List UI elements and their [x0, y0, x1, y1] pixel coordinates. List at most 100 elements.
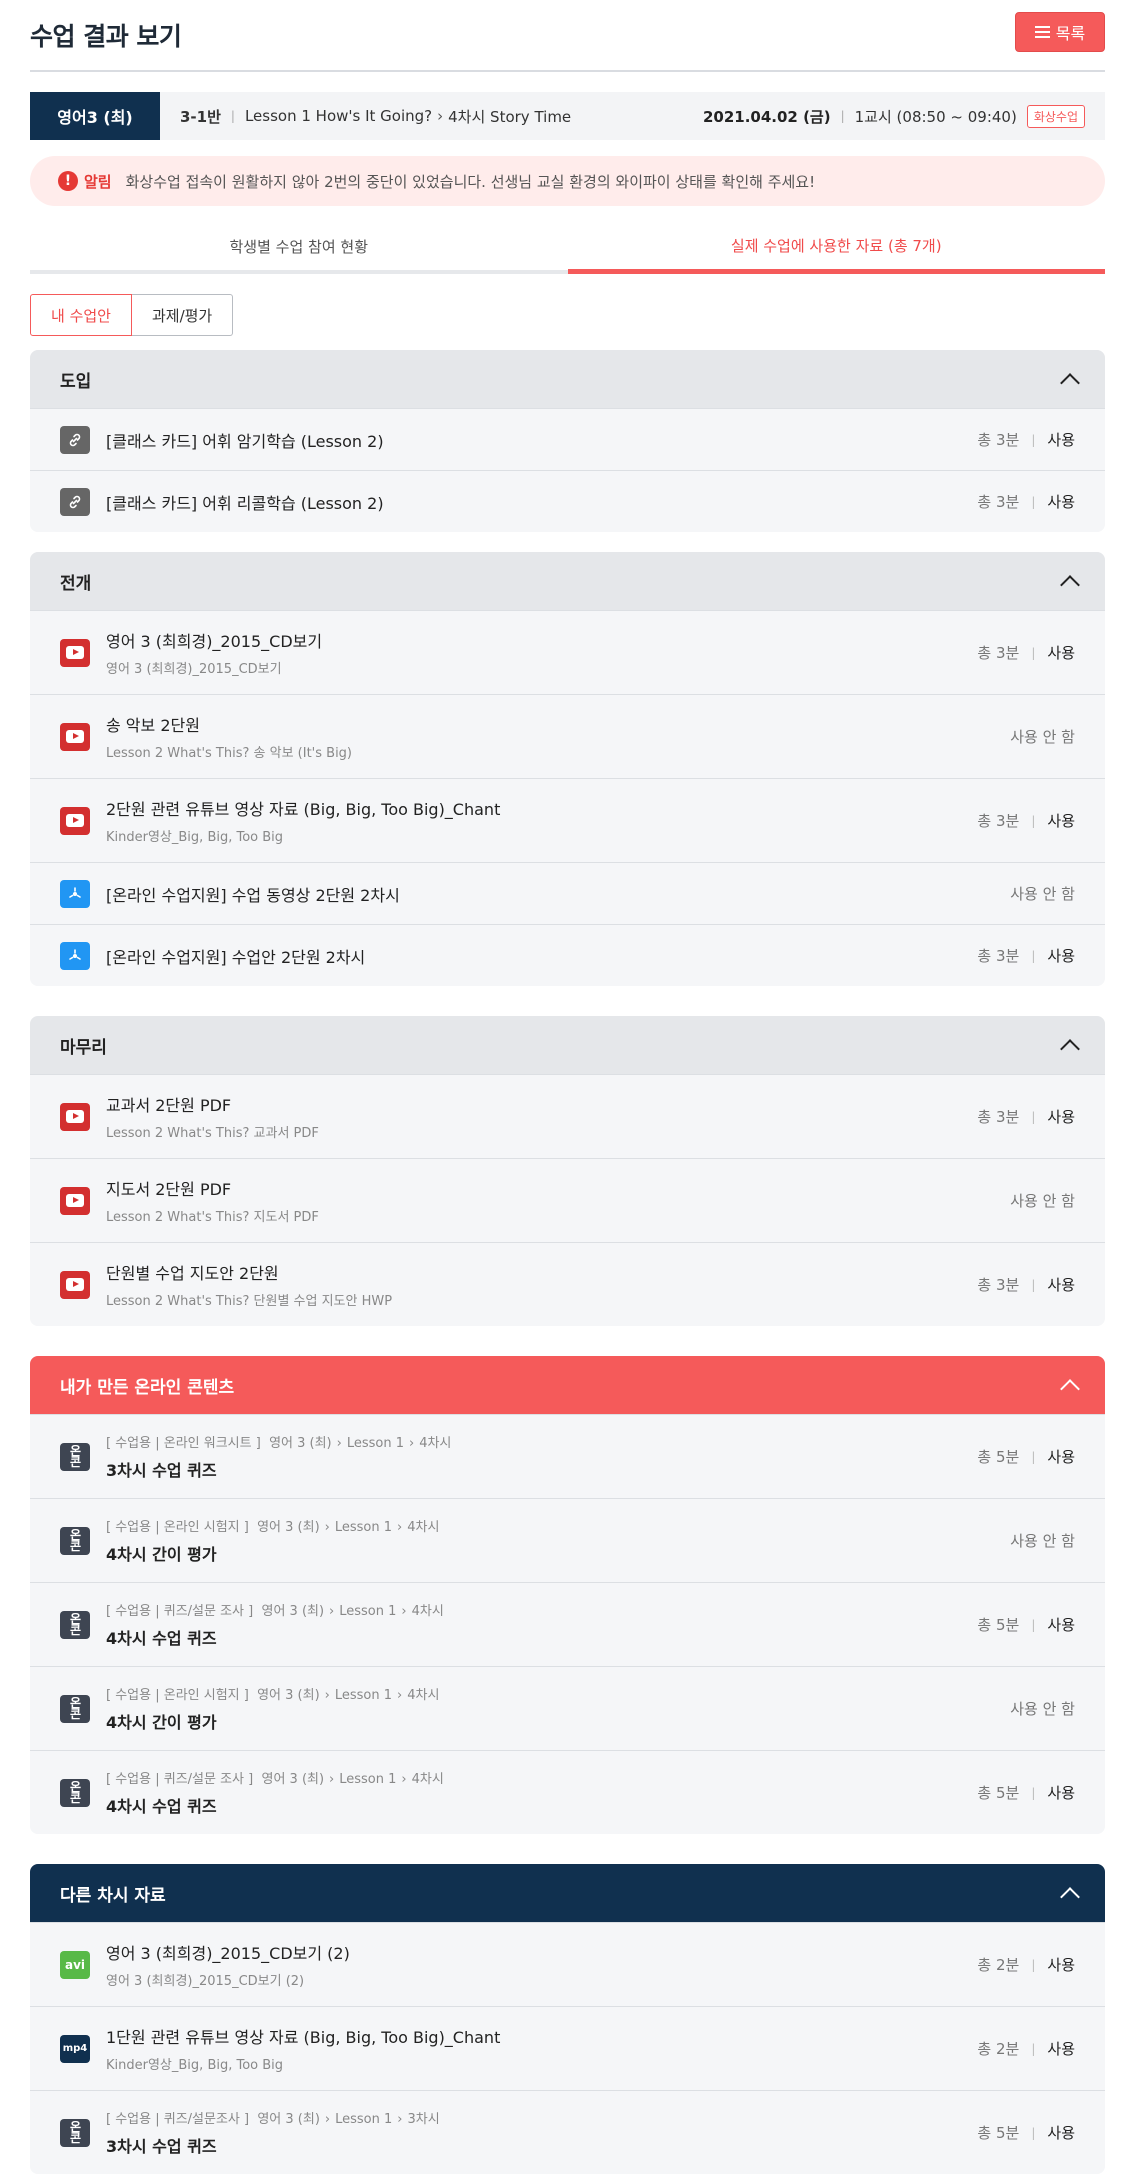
chevron-up-icon[interactable]: [1060, 1379, 1080, 1399]
item-path: [ 수업용 | 퀴즈/설문 조사 ] 영어 3 (최) › Lesson 1 › 4차시: [106, 1604, 444, 1619]
youtube-icon: [60, 722, 90, 751]
chevron-up-icon[interactable]: [1060, 1887, 1080, 1907]
item-subtitle: 영어 3 (최희경)_2015_CD보기 (2): [106, 1974, 305, 1989]
item-status: 사용: [1047, 431, 1075, 449]
subtab-my-lesson-plan[interactable]: 내 수업안: [30, 294, 132, 336]
item-path: [ 수업용 | 퀴즈/설문 조사 ] 영어 3 (최) › Lesson 1 › 4차시: [106, 1772, 444, 1787]
item-title: 2단원 관련 유튜브 영상 자료 (Big, Big, Too Big)_Cha…: [106, 800, 501, 819]
list-item[interactable]: 온콘 [ 수업용 | 온라인 시험지 ] 영어 3 (최) › Lesson 1 › 4…: [30, 1498, 1105, 1582]
item-status: 사용: [1047, 1448, 1075, 1466]
alert-icon: !: [58, 171, 78, 191]
online-content-icon: 온콘: [60, 1526, 90, 1555]
class-name: 3-1반: [180, 107, 221, 126]
list-item[interactable]: mp4 1단원 관련 유튜브 영상 자료 (Big, Big, Too Big)…: [30, 2006, 1105, 2090]
section-my-online-content: 내가 만든 온라인 콘텐츠 온콘 [ 수업용 | 온라인 워크시트 ] 영어 3…: [30, 1356, 1105, 1834]
list-button-label: 목록: [1055, 24, 1086, 43]
tab-used-materials[interactable]: 실제 수업에 사용한 자료 (총 7개): [567, 222, 1105, 274]
chevron-up-icon[interactable]: [1060, 1039, 1080, 1059]
list-item[interactable]: 온콘 [ 수업용 | 퀴즈/설문조사 ] 영어 3 (최) › Lesson 1 › 3…: [30, 2090, 1105, 2174]
class-info-bar: 영어3 (최) 3-1반 | Lesson 1 How's It Going? …: [30, 92, 1105, 140]
item-subtitle: Lesson 2 What's This? 교과서 PDF: [106, 1126, 319, 1141]
section-title: 마무리: [60, 1037, 107, 1058]
item-status: 사용: [1047, 644, 1075, 662]
tab-student-participation[interactable]: 학생별 수업 참여 현황: [30, 222, 568, 274]
item-status: 사용: [1047, 493, 1075, 511]
page: 수업 결과 보기 목록 영어3 (최) 3-1반 | Lesson 1 How'…: [0, 0, 1135, 2174]
section-header[interactable]: 내가 만든 온라인 콘텐츠: [30, 1356, 1105, 1414]
list-item[interactable]: 온콘 [ 수업용 | 온라인 시험지 ] 영어 3 (최) › Lesson 1 › 4…: [30, 1666, 1105, 1750]
subtab-assignment-eval[interactable]: 과제/평가: [131, 294, 234, 336]
list-item[interactable]: 지도서 2단원 PDF Lesson 2 What's This? 지도서 PDF…: [30, 1158, 1105, 1242]
section-intro: 도입 [클래스 카드] 어휘 암기학습 (Lesson 2) 총 3분 | 사용 […: [30, 350, 1105, 532]
item-time: 총 2분: [977, 2040, 1020, 2058]
link-icon: [60, 425, 90, 454]
item-title: 교과서 2단원 PDF: [106, 1096, 232, 1115]
online-content-icon: 온콘: [60, 1610, 90, 1639]
item-status: 사용: [1047, 1108, 1075, 1126]
youtube-icon: [60, 1186, 90, 1215]
section-header[interactable]: 전개: [30, 552, 1105, 610]
item-status-unused: 사용 안 함: [1010, 1532, 1075, 1550]
divider: |: [840, 109, 845, 123]
online-content-icon: 온콘: [60, 1442, 90, 1471]
chevron-up-icon[interactable]: [1060, 575, 1080, 595]
page-header: 수업 결과 보기 목록: [30, 0, 1105, 72]
alert-label: 알림: [84, 172, 112, 191]
mp4-file-icon: mp4: [60, 2034, 90, 2063]
item-path: [ 수업용 | 온라인 시험지 ] 영어 3 (최) › Lesson 1 › 4차시: [106, 1688, 440, 1703]
section-title: 다른 차시 자료: [60, 1885, 166, 1906]
item-time: 총 2분: [977, 1956, 1020, 1974]
section-header[interactable]: 마무리: [30, 1016, 1105, 1074]
youtube-icon: [60, 638, 90, 667]
list-item[interactable]: avi 영어 3 (최희경)_2015_CD보기 (2) 영어 3 (최희경)_2…: [30, 1922, 1105, 2006]
list-item[interactable]: 송 악보 2단원 Lesson 2 What's This? 송 악보 (It's…: [30, 694, 1105, 778]
item-status: 사용: [1047, 1616, 1075, 1634]
item-status-unused: 사용 안 함: [1010, 885, 1075, 903]
menu-icon: [1034, 26, 1050, 38]
item-title: [온라인 수업지원] 수업안 2단원 2차시: [106, 947, 366, 967]
item-subtitle: Lesson 2 What's This? 단원별 수업 지도안 HWP: [106, 1294, 393, 1309]
item-time: 총 3분: [977, 812, 1020, 830]
item-title: 3차시 수업 퀴즈: [106, 2137, 217, 2156]
list-item[interactable]: 온콘 [ 수업용 | 퀴즈/설문 조사 ] 영어 3 (최) › Lesson 1 ›…: [30, 1582, 1105, 1666]
list-item[interactable]: [클래스 카드] 어휘 암기학습 (Lesson 2) 총 3분 | 사용: [30, 408, 1105, 470]
avi-file-icon: avi: [60, 1950, 90, 1979]
section-title: 도입: [60, 371, 92, 392]
list-button[interactable]: 목록: [1015, 12, 1105, 52]
online-content-icon: 온콘: [60, 2118, 90, 2147]
alert-banner: ! 알림 화상수업 접속이 원활하지 않아 2번의 중단이 있었습니다. 선생님…: [30, 156, 1105, 206]
item-subtitle: Lesson 2 What's This? 지도서 PDF: [106, 1210, 319, 1225]
item-title: 단원별 수업 지도안 2단원: [106, 1264, 279, 1283]
item-path: [ 수업용 | 온라인 시험지 ] 영어 3 (최) › Lesson 1 › 4차시: [106, 1520, 440, 1535]
section-header[interactable]: 다른 차시 자료: [30, 1864, 1105, 1922]
section-development: 전개 영어 3 (최희경)_2015_CD보기 영어 3 (최희경)_2015_C…: [30, 552, 1105, 986]
online-content-icon: 온콘: [60, 1778, 90, 1807]
item-status: 사용: [1047, 1956, 1075, 1974]
section-header[interactable]: 도입: [30, 350, 1105, 408]
item-title: 4차시 수업 퀴즈: [106, 1629, 217, 1648]
list-item[interactable]: 영어 3 (최희경)_2015_CD보기 영어 3 (최희경)_2015_CD보기…: [30, 610, 1105, 694]
divider: |: [230, 109, 235, 123]
list-item[interactable]: [클래스 카드] 어휘 리콜학습 (Lesson 2) 총 3분 | 사용: [30, 470, 1105, 532]
youtube-icon: [60, 1102, 90, 1131]
item-status-unused: 사용 안 함: [1010, 728, 1075, 746]
item-subtitle: Kinder영상_Big, Big, Too Big: [106, 830, 284, 845]
item-title: 4차시 수업 퀴즈: [106, 1797, 217, 1816]
sub-tabs: 내 수업안 과제/평가: [30, 294, 1105, 336]
list-item[interactable]: 온콘 [ 수업용 | 온라인 워크시트 ] 영어 3 (최) › Lesson 1 ›…: [30, 1414, 1105, 1498]
list-item[interactable]: [온라인 수업지원] 수업 동영상 2단원 2차시 사용 안 함: [30, 862, 1105, 924]
item-time: 총 5분: [977, 1448, 1020, 1466]
list-item[interactable]: 교과서 2단원 PDF Lesson 2 What's This? 교과서 PDF…: [30, 1074, 1105, 1158]
item-time: 총 3분: [977, 431, 1020, 449]
online-support-icon: [60, 879, 90, 908]
list-item[interactable]: 단원별 수업 지도안 2단원 Lesson 2 What's This? 단원별 …: [30, 1242, 1105, 1326]
video-class-badge: 화상수업: [1026, 104, 1085, 128]
item-status: 사용: [1047, 1276, 1075, 1294]
chevron-up-icon[interactable]: [1060, 373, 1080, 393]
item-title: 지도서 2단원 PDF: [106, 1180, 232, 1199]
list-item[interactable]: 2단원 관련 유튜브 영상 자료 (Big, Big, Too Big)_Cha…: [30, 778, 1105, 862]
list-item[interactable]: [온라인 수업지원] 수업안 2단원 2차시 총 3분 | 사용: [30, 924, 1105, 986]
list-item[interactable]: 온콘 [ 수업용 | 퀴즈/설문 조사 ] 영어 3 (최) › Lesson 1 ›…: [30, 1750, 1105, 1834]
item-title: [온라인 수업지원] 수업 동영상 2단원 2차시: [106, 885, 400, 905]
item-status: 사용: [1047, 2040, 1075, 2058]
